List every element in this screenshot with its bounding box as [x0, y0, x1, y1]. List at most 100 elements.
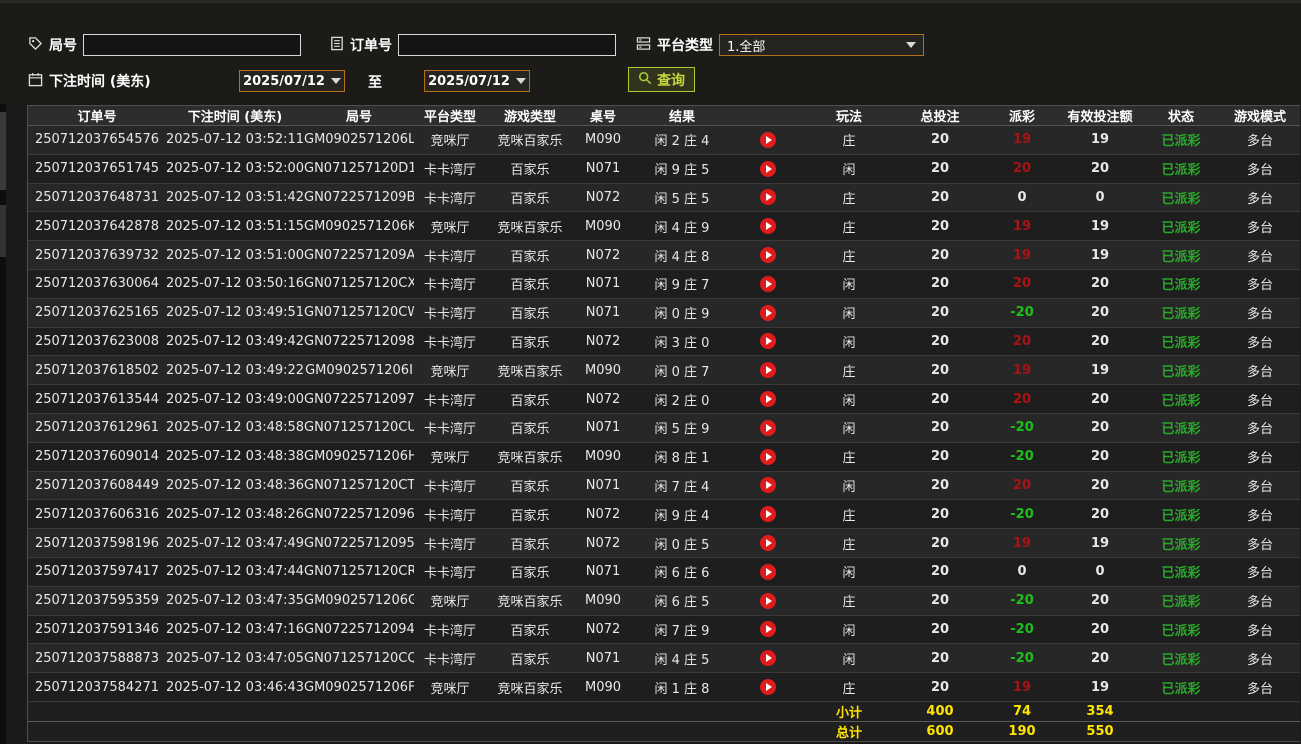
- cell-mode: 多台: [1220, 154, 1300, 184]
- query-button[interactable]: 查询: [628, 67, 695, 92]
- cell-valid: 20: [1058, 327, 1142, 357]
- cell-round: GM0902571206H: [304, 442, 414, 472]
- play-video-button[interactable]: [760, 592, 776, 609]
- cell-time: 2025-07-12 03:51:42: [166, 183, 304, 213]
- play-icon: [766, 251, 772, 260]
- col-header-play: [732, 106, 804, 126]
- cell-game: 竞咪百家乐: [486, 442, 574, 472]
- cell-mode: 多台: [1220, 240, 1300, 270]
- play-video-button[interactable]: [760, 247, 776, 264]
- cell-result: 闲 3 庄 0: [632, 327, 732, 357]
- play-video-button[interactable]: [760, 621, 776, 638]
- cell-payout: -20: [986, 442, 1058, 472]
- play-video-button[interactable]: [760, 333, 776, 350]
- cell-valid: 20: [1058, 413, 1142, 443]
- play-video-button[interactable]: [760, 391, 776, 408]
- order-no-input[interactable]: [398, 34, 616, 56]
- cell-play: [732, 615, 804, 645]
- cell-result: 闲 0 庄 7: [632, 355, 732, 386]
- play-video-button[interactable]: [760, 506, 776, 523]
- cell-platform: 竞咪厅: [414, 586, 486, 616]
- date-to-picker[interactable]: 2025/07/12: [424, 70, 530, 92]
- cell-play: [732, 643, 804, 674]
- play-video-button[interactable]: [760, 535, 776, 552]
- cell-mode: 多台: [1220, 615, 1300, 645]
- cell-method: 庄: [804, 211, 894, 242]
- cell-valid: 19: [1058, 125, 1142, 155]
- play-video-button[interactable]: [760, 304, 776, 321]
- cell-round: GN07225712095: [304, 528, 414, 558]
- cell-table_no: M090: [574, 672, 632, 702]
- cell-status: 已派彩: [1142, 413, 1220, 443]
- play-video-button[interactable]: [760, 275, 776, 292]
- cell-game: 百家乐: [486, 499, 574, 530]
- cell-play: [732, 586, 804, 616]
- play-video-button[interactable]: [760, 189, 776, 206]
- cell-time: 2025-07-12 03:47:49: [166, 528, 304, 558]
- cell-method: 庄: [804, 355, 894, 386]
- cell-table_no: N072: [574, 183, 632, 213]
- play-video-button[interactable]: [760, 419, 776, 436]
- order-no-label: 订单号: [350, 38, 392, 54]
- cell-method: 闲: [804, 643, 894, 674]
- cell-order: 250712037608449: [28, 471, 166, 501]
- cell-time: 2025-07-12 03:49:00: [166, 384, 304, 414]
- play-video-button[interactable]: [760, 448, 776, 465]
- cell-result: 闲 0 庄 5: [632, 528, 732, 558]
- play-video-button[interactable]: [760, 563, 776, 580]
- cell-order: 250712037588873: [28, 643, 166, 674]
- left-edge-strip: [0, 0, 6, 744]
- cell-platform: 卡卡湾厅: [414, 183, 486, 213]
- cell-table_no: N071: [574, 154, 632, 184]
- tag-icon: [28, 36, 43, 55]
- date-to-separator: 至: [368, 75, 382, 91]
- cell-platform: 卡卡湾厅: [414, 643, 486, 674]
- cell-payout: 19: [986, 240, 1058, 270]
- date-from-field: 2025/07/12: [239, 69, 345, 93]
- play-video-button[interactable]: [760, 650, 776, 667]
- cell-result: 闲 2 庄 4: [632, 125, 732, 155]
- cell-time: 2025-07-12 03:47:16: [166, 615, 304, 645]
- table-row: 250712037606316 2025-07-12 03:48:26 GN0722…: [28, 499, 1300, 530]
- cell-method: 闲: [804, 154, 894, 184]
- play-video-button[interactable]: [760, 362, 776, 379]
- play-video-button[interactable]: [760, 477, 776, 494]
- play-video-button[interactable]: [760, 218, 776, 235]
- table-row: 250712037651745 2025-07-12 03:52:00 GN0712…: [28, 154, 1300, 184]
- play-icon: [766, 567, 772, 576]
- play-video-button[interactable]: [760, 160, 776, 177]
- cell-game: 竞咪百家乐: [486, 672, 574, 702]
- round-no-input[interactable]: [83, 34, 301, 56]
- search-icon: [638, 71, 652, 89]
- cell-platform: 竞咪厅: [414, 125, 486, 155]
- play-video-button[interactable]: [760, 131, 776, 148]
- cell-result: 闲 6 庄 6: [632, 557, 732, 587]
- col-header-mode: 游戏模式: [1220, 106, 1300, 126]
- table-row: 250712037642878 2025-07-12 03:51:15 GM0902…: [28, 211, 1300, 242]
- cell-platform: 卡卡湾厅: [414, 327, 486, 357]
- cell-payout: 20: [986, 269, 1058, 299]
- cell-result: 闲 8 庄 1: [632, 442, 732, 472]
- cell-time: 2025-07-12 03:50:16: [166, 269, 304, 299]
- date-to-value: 2025/07/12: [428, 73, 510, 89]
- cell-time: 2025-07-12 03:48:36: [166, 471, 304, 501]
- records-table: 订单号 下注时间 (美东) 局号 平台类型 游戏类型 桌号 结果 玩法 总投注 派彩 有效投注额 状态…: [28, 106, 1300, 741]
- cell-status: 已派彩: [1142, 471, 1220, 501]
- platform-selected-value: 1.全部: [727, 39, 766, 55]
- cell-order: 250712037630064: [28, 269, 166, 299]
- platform-select[interactable]: 1.全部: [719, 34, 924, 56]
- play-video-button[interactable]: [760, 679, 776, 696]
- play-icon: [766, 395, 772, 404]
- cell-payout: 0: [986, 183, 1058, 213]
- cell-mode: 多台: [1220, 327, 1300, 357]
- date-from-picker[interactable]: 2025/07/12: [239, 70, 345, 92]
- cell-status: 已派彩: [1142, 240, 1220, 270]
- cell-method: 庄: [804, 442, 894, 472]
- cell-game: 百家乐: [486, 413, 574, 443]
- table-header-row: 订单号 下注时间 (美东) 局号 平台类型 游戏类型 桌号 结果 玩法 总投注 派彩 有效投注额 状态…: [28, 106, 1300, 126]
- cell-status: 已派彩: [1142, 355, 1220, 386]
- cell-status: 已派彩: [1142, 327, 1220, 357]
- cell-valid: 20: [1058, 384, 1142, 414]
- cell-platform: 卡卡湾厅: [414, 528, 486, 558]
- cell-status: 已派彩: [1142, 298, 1220, 328]
